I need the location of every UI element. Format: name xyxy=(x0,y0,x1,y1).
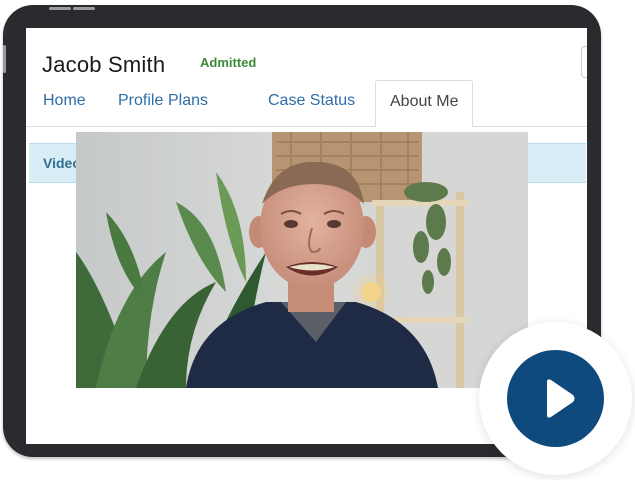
play-button[interactable] xyxy=(507,350,604,447)
tab-home[interactable]: Home xyxy=(43,81,86,126)
video-player[interactable] xyxy=(76,132,528,388)
patient-name: Jacob Smith xyxy=(42,52,166,77)
header-action-button[interactable] xyxy=(581,46,587,78)
tablet-power-button xyxy=(73,7,95,10)
play-icon xyxy=(547,379,575,418)
tablet-side-button xyxy=(3,45,6,73)
play-button-ring xyxy=(479,322,632,475)
tablet-volume-button xyxy=(49,7,71,10)
promo-stage: Jacob Smith Admitted Home Profile Plans … xyxy=(0,0,635,480)
tab-case-status[interactable]: Case Status xyxy=(268,81,355,126)
status-badge: Admitted xyxy=(200,55,257,70)
video-thumbnail xyxy=(76,132,528,388)
tab-about-me[interactable]: About Me xyxy=(375,80,474,127)
tab-plans[interactable]: Plans xyxy=(168,81,208,126)
tab-profile[interactable]: Profile xyxy=(118,81,163,126)
tab-bar: Home Profile Plans Case Status About Me xyxy=(26,80,587,127)
